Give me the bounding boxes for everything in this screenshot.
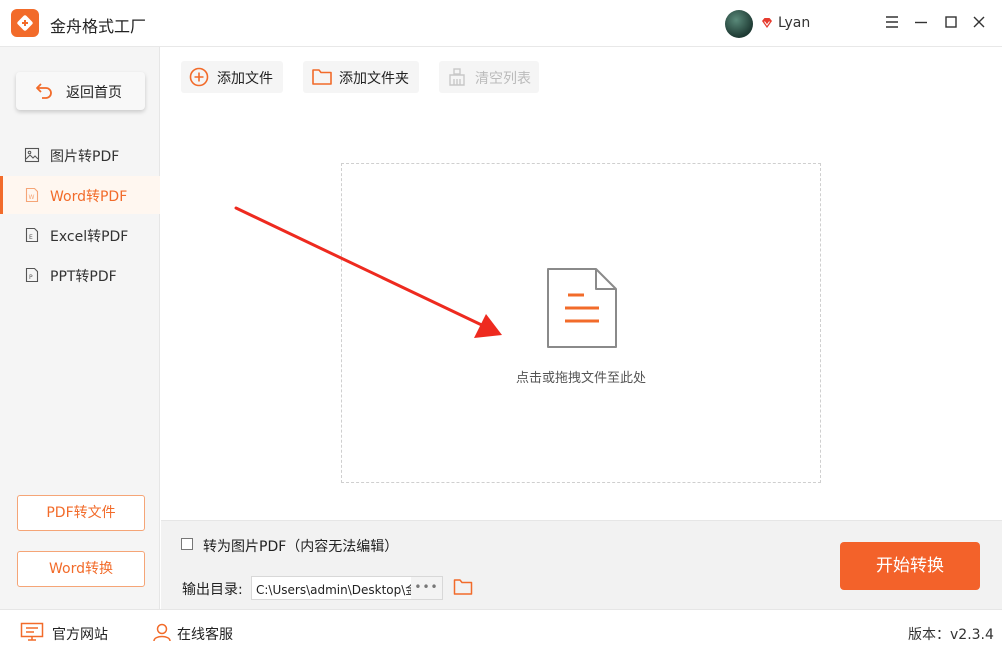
broom-icon: [449, 68, 465, 86]
excel-file-icon: E: [25, 227, 39, 243]
back-home-button[interactable]: 返回首页: [16, 72, 145, 110]
sidebar-item-image-to-pdf[interactable]: 图片转PDF: [0, 136, 160, 174]
add-folder-button[interactable]: 添加文件夹: [303, 61, 419, 93]
ppt-file-icon: P: [25, 267, 39, 283]
output-dir-label: 输出目录:: [182, 582, 243, 598]
word-convert-button[interactable]: Word转换: [17, 551, 145, 587]
add-folder-label: 添加文件夹: [339, 71, 409, 87]
clear-list-button[interactable]: 清空列表: [439, 61, 539, 93]
back-home-label: 返回首页: [66, 85, 122, 101]
folder-icon: [312, 69, 332, 85]
add-file-button[interactable]: 添加文件: [181, 61, 283, 93]
svg-text:P: P: [29, 274, 33, 281]
sidebar-item-label: Word转PDF: [50, 189, 128, 205]
open-folder-icon[interactable]: [453, 578, 473, 596]
document-icon: [547, 268, 617, 348]
app-title: 金舟格式工厂: [50, 17, 147, 36]
minimize-icon[interactable]: [912, 13, 930, 31]
maximize-icon[interactable]: [942, 13, 960, 31]
sidebar-item-ppt-to-pdf[interactable]: P PPT转PDF: [0, 256, 160, 294]
sidebar-item-label: Excel转PDF: [50, 229, 129, 245]
online-support-label: 在线客服: [177, 627, 233, 643]
user-name[interactable]: Lyan: [778, 15, 810, 31]
vip-diamond-icon: [762, 18, 772, 28]
official-website-label: 官方网站: [52, 627, 108, 643]
image-file-icon: [24, 147, 40, 163]
sidebar: 返回首页 图片转PDF W Word转PDF E Excel转PDF P PPT…: [0, 47, 160, 609]
red-arrow-annotation: [234, 206, 502, 338]
to-image-pdf-checkbox[interactable]: [181, 538, 193, 550]
menu-icon[interactable]: [883, 13, 901, 31]
title-bar: 金舟格式工厂 Lyan: [0, 0, 1002, 47]
version-label: 版本：v2.3.4: [908, 627, 994, 643]
close-icon[interactable]: [970, 13, 988, 31]
sidebar-item-label: 图片转PDF: [50, 149, 120, 165]
drop-hint: 点击或拖拽文件至此处: [515, 371, 646, 386]
options-panel: 转为图片PDF（内容无法编辑） 输出目录: C:\Users\admin\Des…: [161, 520, 1002, 609]
sidebar-item-excel-to-pdf[interactable]: E Excel转PDF: [0, 216, 160, 254]
user-avatar[interactable]: [725, 10, 753, 38]
clear-list-label: 清空列表: [475, 71, 531, 87]
start-convert-button[interactable]: 开始转换: [840, 542, 980, 590]
pdf-to-file-button[interactable]: PDF转文件: [17, 495, 145, 531]
add-file-label: 添加文件: [217, 71, 273, 87]
customer-service-icon: [153, 623, 171, 642]
add-circle-icon: [189, 67, 209, 87]
svg-text:E: E: [29, 234, 33, 241]
svg-text:W: W: [29, 194, 35, 201]
status-bar: 官方网站 在线客服 版本：v2.3.4: [0, 609, 1002, 652]
monitor-icon: [20, 622, 44, 641]
sidebar-item-label: PPT转PDF: [50, 269, 117, 285]
to-image-pdf-label[interactable]: 转为图片PDF（内容无法编辑）: [203, 536, 398, 556]
sidebar-item-word-to-pdf[interactable]: W Word转PDF: [0, 176, 160, 214]
browse-more-button[interactable]: •••: [411, 577, 442, 599]
app-logo-icon: [11, 9, 39, 37]
return-arrow-icon: [36, 83, 52, 99]
word-file-icon: W: [25, 187, 39, 203]
